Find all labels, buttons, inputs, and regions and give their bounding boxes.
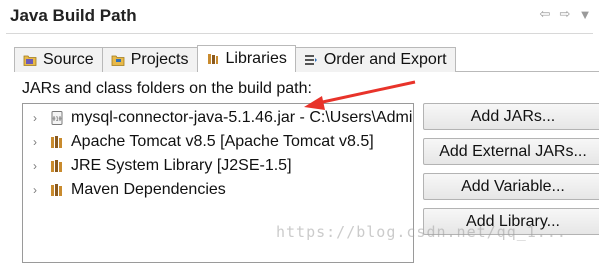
- add-external-jars-button[interactable]: Add External JARs...: [423, 138, 599, 165]
- tree-row-tomcat[interactable]: › Apache Tomcat v8.5 [Apache Tomcat v8.5…: [23, 130, 413, 154]
- expand-chevron-icon[interactable]: ›: [33, 111, 47, 125]
- tab-projects-label: Projects: [130, 51, 189, 68]
- order-export-icon: [304, 55, 317, 65]
- expand-chevron-icon[interactable]: ›: [33, 183, 47, 197]
- back-arrow-icon[interactable]: ⇦: [537, 6, 553, 22]
- expand-chevron-icon[interactable]: ›: [33, 159, 47, 173]
- tree-row-label: mysql-connector-java-5.1.46.jar - C:\Use…: [71, 109, 413, 126]
- tab-bar: Source Projects Libraries Order and Expo…: [14, 45, 456, 72]
- add-jars-button[interactable]: Add JARs...: [423, 103, 599, 130]
- tree-row-mysql-jar[interactable]: › 010 mysql-connector-java-5.1.46.jar - …: [23, 106, 413, 130]
- library-actions: Add JARs... Add External JARs... Add Var…: [423, 103, 599, 243]
- view-nav: ⇦ ⇨ ▼: [537, 6, 593, 22]
- library-icon: [51, 136, 62, 148]
- jar-icon: 010: [51, 111, 63, 125]
- libraries-icon: [207, 54, 218, 64]
- tab-source[interactable]: Source: [14, 47, 103, 72]
- tab-order-export-label: Order and Export: [323, 51, 447, 68]
- library-icon: [51, 160, 62, 172]
- tree-row-label: JRE System Library [J2SE-1.5]: [71, 157, 292, 174]
- tab-source-label: Source: [43, 51, 94, 68]
- build-path-description: JARs and class folders on the build path…: [22, 80, 312, 97]
- title-divider: [6, 33, 593, 34]
- tree-row-jre[interactable]: › JRE System Library [J2SE-1.5]: [23, 154, 413, 178]
- tab-libraries-label: Libraries: [225, 50, 287, 67]
- tree-row-label: Maven Dependencies: [71, 181, 226, 198]
- watermark: https://blog.csdn.net/qq_1...: [276, 223, 567, 241]
- library-icon: [51, 184, 62, 196]
- add-variable-button[interactable]: Add Variable...: [423, 173, 599, 200]
- tab-order-export[interactable]: Order and Export: [294, 47, 456, 72]
- forward-arrow-icon[interactable]: ⇨: [557, 6, 573, 22]
- expand-chevron-icon[interactable]: ›: [33, 135, 47, 149]
- source-folder-icon: [23, 55, 37, 66]
- tab-projects[interactable]: Projects: [101, 47, 198, 72]
- page-title: Java Build Path: [10, 6, 137, 25]
- tree-row-maven[interactable]: › Maven Dependencies: [23, 178, 413, 202]
- tab-libraries[interactable]: Libraries: [196, 45, 296, 72]
- dropdown-triangle-icon[interactable]: ▼: [577, 6, 593, 22]
- svg-text:010: 010: [52, 117, 61, 123]
- projects-icon: [111, 55, 125, 66]
- tree-row-label: Apache Tomcat v8.5 [Apache Tomcat v8.5]: [71, 133, 374, 150]
